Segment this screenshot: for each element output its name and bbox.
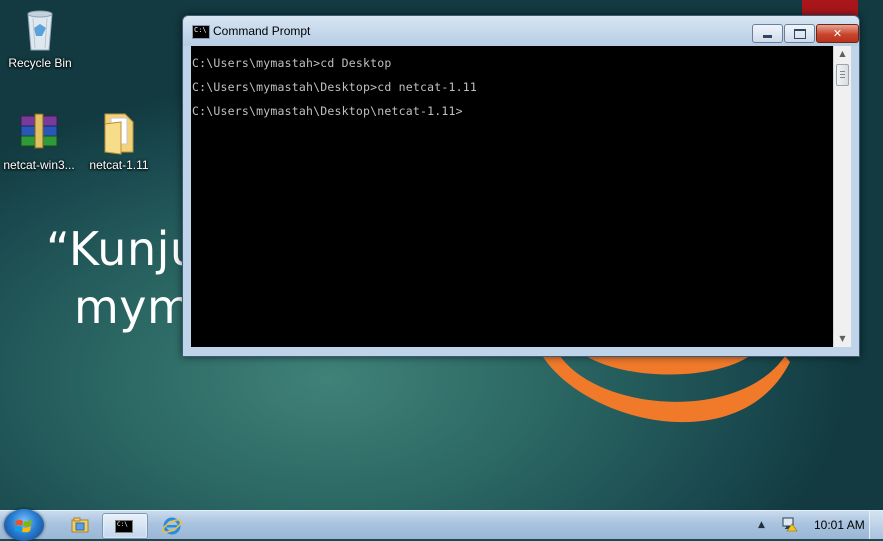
scroll-down-icon[interactable]: ▼ [834,331,851,347]
minimize-button[interactable] [752,24,783,43]
command-prompt-window[interactable]: C:\ Command Prompt ✕ C:\Users\mymastah>c… [182,15,860,357]
show-desktop-button[interactable] [869,511,883,539]
desktop-icon-recycle-bin[interactable]: Recycle Bin [0,6,80,70]
console-line: C:\Users\mymastah\Desktop\netcat-1.11> [192,104,463,118]
console-line: C:\Users\mymastah\Desktop>cd netcat-1.11 [192,80,477,94]
window-titlebar[interactable]: C:\ Command Prompt ✕ [183,16,859,46]
vertical-scrollbar[interactable]: ▲ ▼ [833,46,851,347]
scrollbar-thumb[interactable] [836,64,849,86]
folder-library-icon [71,517,89,533]
desktop-icon-label: netcat-1.11 [89,158,149,172]
winrar-archive-icon [15,108,63,156]
start-orb-icon [15,519,32,533]
wallpaper-orange-arc [540,352,790,423]
folder-icon [95,108,143,156]
desktop-icon-label: Recycle Bin [8,56,72,70]
desktop: “Kunju mym Recycle Bin netcat-win3... ne… [0,0,883,510]
show-hidden-icons-button[interactable]: ▲ [758,520,765,530]
console-line: C:\Users\mymastah>cd Desktop [192,56,392,70]
wallpaper-red-shape [802,0,858,16]
ie-icon [162,517,182,535]
cmd-icon: C:\ [115,520,133,533]
desktop-icon-label: netcat-win3... [3,158,75,172]
wallpaper-text-line-1: “Kunju [46,222,200,276]
console-output[interactable]: C:\Users\mymastah>cd Desktop C:\Users\my… [191,46,833,347]
desktop-icon-netcat-archive[interactable]: netcat-win3... [0,108,79,172]
clock[interactable]: 10:01 AM [814,518,865,532]
network-icon[interactable] [782,516,798,532]
taskbar: C:\ ▲ 10:01 AM [0,509,883,541]
maximize-icon [794,29,806,39]
taskbar-explorer-button[interactable] [59,513,103,537]
cmd-icon: C:\ [192,25,210,39]
recycle-bin-icon [16,6,64,54]
wallpaper-text-line-2: mym [74,280,193,334]
minimize-icon [763,35,772,38]
close-button[interactable]: ✕ [816,24,859,43]
window-title: Command Prompt [213,24,311,38]
taskbar-ie-button[interactable] [150,513,194,537]
desktop-icon-netcat-folder[interactable]: netcat-1.11 [79,108,159,172]
close-icon: ✕ [832,27,843,40]
maximize-button[interactable] [784,24,815,43]
taskbar-cmd-button[interactable]: C:\ [102,513,148,539]
start-button[interactable] [4,509,44,541]
scroll-up-icon[interactable]: ▲ [834,46,851,62]
